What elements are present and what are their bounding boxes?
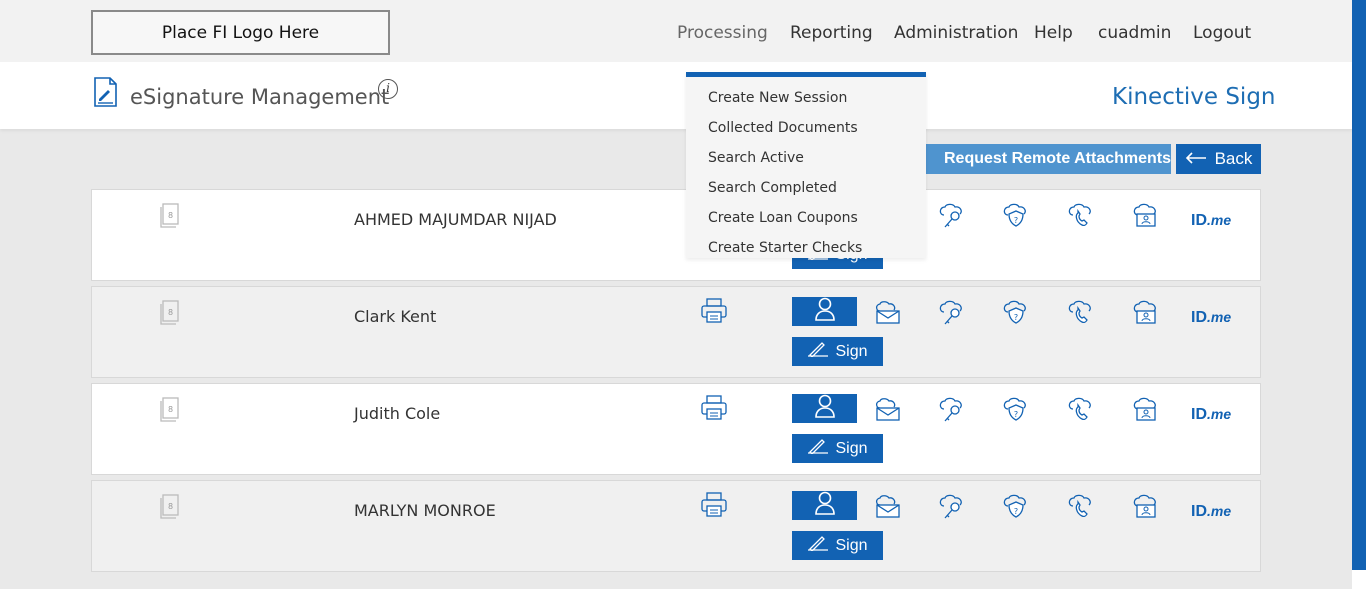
document-stack-icon[interactable]: 8	[159, 397, 181, 428]
in-person-signer-button[interactable]	[792, 297, 857, 326]
in-person-signer-button[interactable]	[792, 491, 857, 520]
menu-item-collected-documents[interactable]: Collected Documents	[708, 120, 858, 136]
menu-item-create-starter-checks[interactable]: Create Starter Checks	[708, 240, 862, 256]
table-row: 8 MARLYN MONROE Sign ? ID.me	[91, 480, 1261, 572]
svg-text:8: 8	[168, 308, 173, 317]
person-icon	[814, 394, 836, 423]
cloud-shield-question-icon[interactable]: ?	[1002, 300, 1030, 331]
cloud-key-icon[interactable]	[938, 494, 966, 525]
cloud-id-card-icon[interactable]	[1132, 494, 1160, 525]
nav-logout[interactable]: Logout	[1193, 23, 1251, 43]
nav-reporting[interactable]: Reporting	[790, 23, 873, 43]
nav-processing[interactable]: Processing	[677, 23, 768, 43]
table-row: 8 Judith Cole Sign ? ID.me	[91, 383, 1261, 475]
idme-prefix: ID	[1191, 212, 1207, 229]
cloud-key-icon[interactable]	[938, 300, 966, 331]
pen-icon	[807, 438, 829, 459]
idme-prefix: ID	[1191, 309, 1207, 326]
signer-name: Judith Cole	[354, 404, 441, 423]
pen-icon	[807, 535, 829, 556]
nav-administration[interactable]: Administration	[894, 23, 1018, 43]
page-title: eSignature Management	[130, 85, 390, 109]
scrollbar-thumb[interactable]	[1352, 0, 1366, 570]
nav-help[interactable]: Help	[1034, 23, 1073, 43]
info-icon[interactable]: i	[378, 79, 398, 99]
scrollbar[interactable]	[1352, 0, 1366, 589]
menu-item-search-active[interactable]: Search Active	[708, 150, 804, 166]
menu-item-search-completed[interactable]: Search Completed	[708, 180, 837, 196]
document-stack-icon[interactable]: 8	[159, 203, 181, 234]
printer-icon[interactable]	[700, 395, 728, 426]
menu-item-create-loan-coupons[interactable]: Create Loan Coupons	[708, 210, 858, 226]
svg-text:?: ?	[1014, 410, 1018, 419]
sign-button[interactable]: Sign	[792, 531, 883, 560]
cloud-phone-icon[interactable]	[1067, 494, 1095, 525]
cloud-email-icon[interactable]	[874, 398, 902, 427]
printer-icon[interactable]	[700, 492, 728, 523]
signer-name: AHMED MAJUMDAR NIJAD	[354, 210, 557, 229]
processing-dropdown-menu: Create New Session Collected Documents S…	[686, 72, 926, 258]
cloud-key-icon[interactable]	[938, 397, 966, 428]
printer-icon[interactable]	[700, 298, 728, 329]
svg-text:8: 8	[168, 211, 173, 220]
sign-label: Sign	[835, 342, 868, 360]
document-stack-icon[interactable]: 8	[159, 300, 181, 331]
idme-suffix: .me	[1207, 503, 1232, 519]
back-label: Back	[1214, 149, 1253, 168]
idme-suffix: .me	[1207, 309, 1232, 325]
svg-text:?: ?	[1014, 313, 1018, 322]
menu-item-create-new-session[interactable]: Create New Session	[708, 90, 847, 106]
idme-verify-link[interactable]: ID.me	[1191, 406, 1231, 424]
idme-verify-link[interactable]: ID.me	[1191, 309, 1231, 327]
cloud-id-card-icon[interactable]	[1132, 203, 1160, 234]
sign-label: Sign	[835, 439, 868, 457]
sign-button[interactable]: Sign	[792, 337, 883, 366]
svg-text:8: 8	[168, 405, 173, 414]
nav-user[interactable]: cuadmin	[1098, 23, 1171, 43]
cloud-phone-icon[interactable]	[1067, 397, 1095, 428]
cloud-shield-question-icon[interactable]: ?	[1002, 494, 1030, 525]
sign-button[interactable]: Sign	[792, 434, 883, 463]
fi-logo-placeholder: Place FI Logo Here	[91, 10, 390, 55]
svg-text:8: 8	[168, 502, 173, 511]
idme-prefix: ID	[1191, 406, 1207, 423]
cloud-phone-icon[interactable]	[1067, 203, 1095, 234]
cloud-shield-question-icon[interactable]: ?	[1002, 203, 1030, 234]
signer-name: MARLYN MONROE	[354, 501, 496, 520]
idme-verify-link[interactable]: ID.me	[1191, 503, 1231, 521]
document-stack-icon[interactable]: 8	[159, 494, 181, 525]
svg-text:?: ?	[1014, 216, 1018, 225]
cloud-email-icon[interactable]	[874, 495, 902, 524]
cloud-key-icon[interactable]	[938, 203, 966, 234]
table-row: 8 AHMED MAJUMDAR NIJAD Sign ? ID.me	[91, 189, 1261, 281]
in-person-signer-button[interactable]	[792, 394, 857, 423]
cloud-id-card-icon[interactable]	[1132, 300, 1160, 331]
table-row: 8 Clark Kent Sign ? ID.me	[91, 286, 1261, 378]
cloud-phone-icon[interactable]	[1067, 300, 1095, 331]
person-icon	[814, 297, 836, 326]
sign-label: Sign	[835, 536, 868, 554]
person-icon	[814, 491, 836, 520]
signature-document-icon	[93, 77, 118, 112]
svg-text:?: ?	[1014, 507, 1018, 516]
idme-suffix: .me	[1207, 406, 1232, 422]
arrow-left-icon	[1185, 149, 1207, 169]
idme-prefix: ID	[1191, 503, 1207, 520]
cloud-id-card-icon[interactable]	[1132, 397, 1160, 428]
request-remote-attachments-button[interactable]: Request Remote Attachments	[913, 144, 1171, 174]
idme-verify-link[interactable]: ID.me	[1191, 212, 1231, 230]
pen-icon	[807, 341, 829, 362]
idme-suffix: .me	[1207, 212, 1232, 228]
cloud-email-icon[interactable]	[874, 301, 902, 330]
brand-name: Kinective Sign	[1112, 84, 1276, 110]
cloud-shield-question-icon[interactable]: ?	[1002, 397, 1030, 428]
signer-name: Clark Kent	[354, 307, 437, 326]
back-button[interactable]: Back	[1176, 144, 1261, 174]
